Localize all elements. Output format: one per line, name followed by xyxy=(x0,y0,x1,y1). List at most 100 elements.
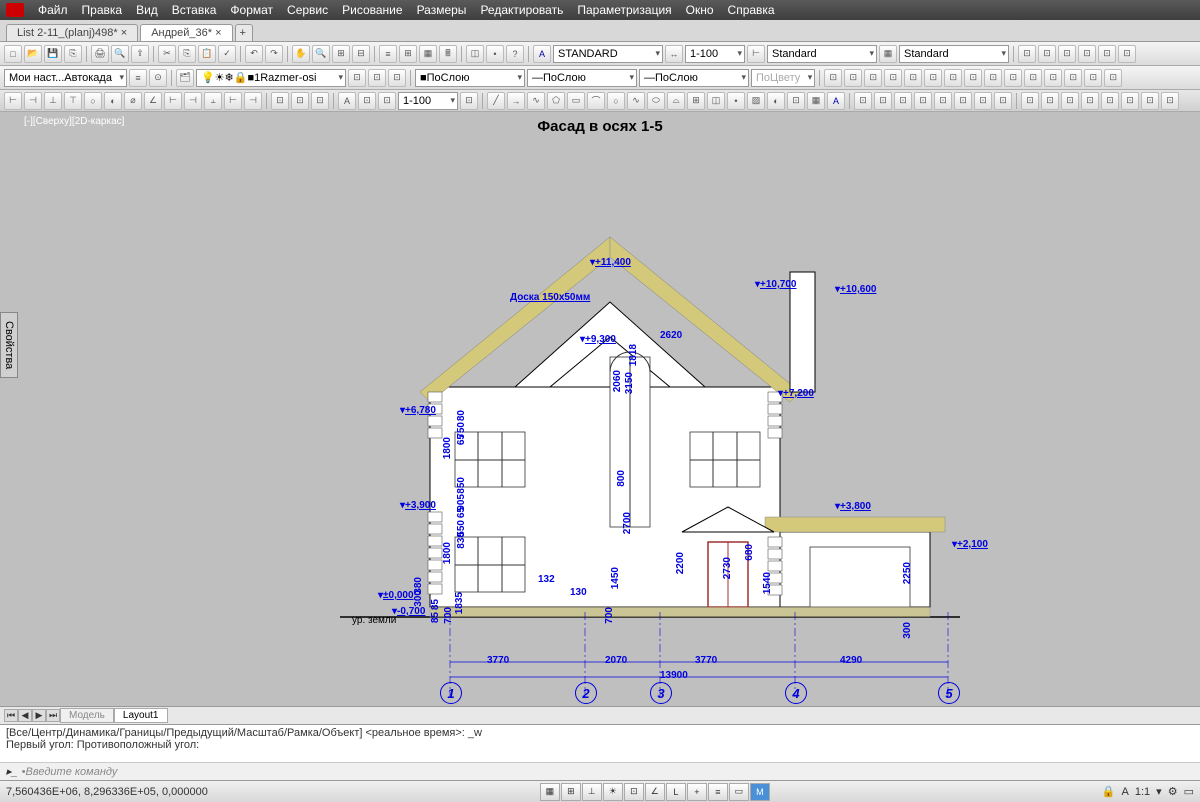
tab-first[interactable]: ⏮ xyxy=(4,709,18,722)
menu-draw[interactable]: Рисование xyxy=(342,3,402,17)
line-icon[interactable]: ╱ xyxy=(487,92,505,110)
scale-readout[interactable]: 1:1 xyxy=(1135,786,1150,798)
d19-icon[interactable]: ⊡ xyxy=(378,92,396,110)
m7-icon[interactable]: ⊡ xyxy=(944,69,962,87)
props-icon[interactable]: ≡ xyxy=(379,45,397,63)
lwt-toggle[interactable]: ≡ xyxy=(708,783,728,801)
grid-toggle[interactable]: ⊞ xyxy=(561,783,581,801)
calc-icon[interactable]: 🖩 xyxy=(439,45,457,63)
arc-icon[interactable]: ⌒ xyxy=(587,92,605,110)
zoomp-icon[interactable]: ⊟ xyxy=(352,45,370,63)
menu-edit[interactable]: Правка xyxy=(82,3,123,17)
menu-dimensions[interactable]: Размеры xyxy=(417,3,467,17)
new-tab-button[interactable]: + xyxy=(235,24,253,41)
d20-icon[interactable]: ⊡ xyxy=(460,92,478,110)
x1-icon[interactable]: ⊡ xyxy=(1018,45,1036,63)
e1-icon[interactable]: ⊡ xyxy=(854,92,872,110)
tab-model[interactable]: Модель xyxy=(60,708,114,723)
ws-toggle[interactable]: ⚙ xyxy=(1168,785,1178,798)
reg-icon[interactable]: ⊡ xyxy=(787,92,805,110)
menu-insert[interactable]: Вставка xyxy=(172,3,217,17)
spline-icon[interactable]: ∿ xyxy=(627,92,645,110)
hatch-icon[interactable]: ▨ xyxy=(747,92,765,110)
d8-icon[interactable]: ∠ xyxy=(144,92,162,110)
menu-file[interactable]: Файл xyxy=(38,3,68,17)
x5-icon[interactable]: ⊡ xyxy=(1098,45,1116,63)
ducs-toggle[interactable]: L xyxy=(666,783,686,801)
e16-icon[interactable]: ⊡ xyxy=(1161,92,1179,110)
tab-layout1[interactable]: Layout1 xyxy=(114,708,168,723)
osnap-toggle[interactable]: ⊡ xyxy=(624,783,644,801)
circle-icon[interactable]: ○ xyxy=(607,92,625,110)
help-icon[interactable]: ? xyxy=(506,45,524,63)
ins-icon[interactable]: ⊞ xyxy=(687,92,705,110)
menu-modify[interactable]: Редактировать xyxy=(480,3,563,17)
layeriso-icon[interactable]: ⊙ xyxy=(149,69,167,87)
m6-icon[interactable]: ⊡ xyxy=(924,69,942,87)
blk-icon[interactable]: ◫ xyxy=(707,92,725,110)
saveas-icon[interactable]: ⎘ xyxy=(64,45,82,63)
print-icon[interactable]: 🖨 xyxy=(91,45,109,63)
d13-icon[interactable]: ⊣ xyxy=(244,92,262,110)
text-icon[interactable]: A xyxy=(533,45,551,63)
x3-icon[interactable]: ⊡ xyxy=(1058,45,1076,63)
m3-icon[interactable]: ⊡ xyxy=(864,69,882,87)
l2-icon[interactable]: ⊡ xyxy=(368,69,386,87)
layer-combo[interactable]: 💡☀❄🔒■ 1Razmer-osi xyxy=(196,69,346,87)
e13-icon[interactable]: ⊡ xyxy=(1101,92,1119,110)
pline-icon[interactable]: ∿ xyxy=(527,92,545,110)
e6-icon[interactable]: ⊡ xyxy=(954,92,972,110)
d4-icon[interactable]: ⊤ xyxy=(64,92,82,110)
e15-icon[interactable]: ⊡ xyxy=(1141,92,1159,110)
menu-format[interactable]: Формат xyxy=(230,3,273,17)
earc-icon[interactable]: ⌓ xyxy=(667,92,685,110)
e14-icon[interactable]: ⊡ xyxy=(1121,92,1139,110)
dimst-icon[interactable]: ⊢ xyxy=(747,45,765,63)
d5-icon[interactable]: ○ xyxy=(84,92,102,110)
scale2-combo[interactable]: 1-100 xyxy=(398,92,458,110)
otrack-toggle[interactable]: ∠ xyxy=(645,783,665,801)
paste-icon[interactable]: 📋 xyxy=(198,45,216,63)
e9-icon[interactable]: ⊡ xyxy=(1021,92,1039,110)
m12-icon[interactable]: ⊡ xyxy=(1044,69,1062,87)
e11-icon[interactable]: ⊡ xyxy=(1061,92,1079,110)
text-style-combo[interactable]: STANDARD xyxy=(553,45,663,63)
point-icon[interactable]: • xyxy=(486,45,504,63)
cut-icon[interactable]: ✂ xyxy=(158,45,176,63)
d17-icon[interactable]: A xyxy=(338,92,356,110)
d6-icon[interactable]: ◐ xyxy=(104,92,122,110)
e4-icon[interactable]: ⊡ xyxy=(914,92,932,110)
e7-icon[interactable]: ⊡ xyxy=(974,92,992,110)
d12-icon[interactable]: ⊢ xyxy=(224,92,242,110)
properties-palette-tab[interactable]: Свойства xyxy=(0,312,18,378)
m1-icon[interactable]: ⊡ xyxy=(824,69,842,87)
menu-help[interactable]: Справка xyxy=(728,3,775,17)
d2-icon[interactable]: ⊣ xyxy=(24,92,42,110)
new-icon[interactable]: □ xyxy=(4,45,22,63)
doc-tab-1[interactable]: List 2-11_(planj)498* × xyxy=(6,24,138,41)
m5-icon[interactable]: ⊡ xyxy=(904,69,922,87)
x6-icon[interactable]: ⊡ xyxy=(1118,45,1136,63)
layermgr-icon[interactable]: ≡ xyxy=(129,69,147,87)
sheet-icon[interactable]: ▦ xyxy=(419,45,437,63)
layerstate-icon[interactable]: 🗂 xyxy=(176,69,194,87)
m14-icon[interactable]: ⊡ xyxy=(1084,69,1102,87)
command-input[interactable]: ▸_• Введите команду xyxy=(0,762,1200,780)
redo-icon[interactable]: ↷ xyxy=(265,45,283,63)
dyn-toggle[interactable]: + xyxy=(687,783,707,801)
viewport-label[interactable]: [-][Сверху][2D-каркас] xyxy=(24,116,124,127)
dim-scale-combo[interactable]: 1-100 xyxy=(685,45,745,63)
ortho-toggle[interactable]: ⊥ xyxy=(582,783,602,801)
undo-icon[interactable]: ↶ xyxy=(245,45,263,63)
e10-icon[interactable]: ⊡ xyxy=(1041,92,1059,110)
pt-icon[interactable]: • xyxy=(727,92,745,110)
pan-icon[interactable]: ✋ xyxy=(292,45,310,63)
layer-preset-combo[interactable]: Мои наст...Автокада xyxy=(4,69,127,87)
table-style-combo[interactable]: Standard xyxy=(899,45,1009,63)
ltype-combo[interactable]: — ПоСлою xyxy=(527,69,637,87)
save-icon[interactable]: 💾 xyxy=(44,45,62,63)
l1-icon[interactable]: ⊡ xyxy=(348,69,366,87)
zoom-icon[interactable]: 🔍 xyxy=(312,45,330,63)
m4-icon[interactable]: ⊡ xyxy=(884,69,902,87)
tab-prev[interactable]: ◀ xyxy=(18,709,32,722)
